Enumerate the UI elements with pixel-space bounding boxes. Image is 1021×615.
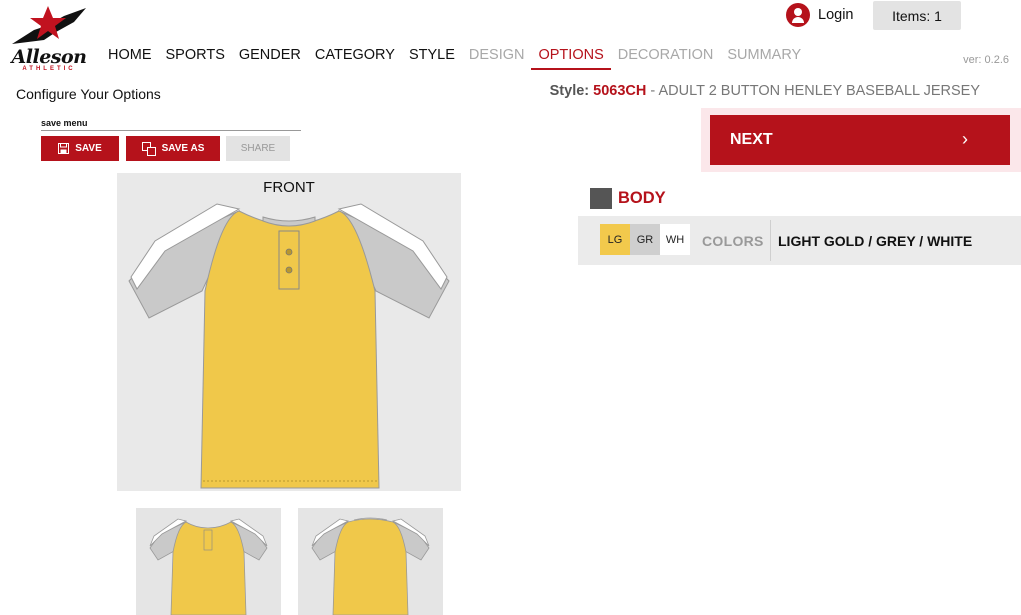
version-label: ver: 0.2.6 <box>963 54 1009 66</box>
brand-name: Alleson <box>11 46 87 68</box>
save-label: SAVE <box>75 143 102 154</box>
section-title-body: BODY <box>618 189 666 207</box>
copy-icon <box>141 141 156 156</box>
nav-options[interactable]: OPTIONS <box>531 46 612 70</box>
nav-design[interactable]: DESIGN <box>462 46 532 70</box>
save-as-button[interactable]: SAVE AS <box>126 136 220 161</box>
brand-sub: ATHLETIC <box>22 66 76 72</box>
main-nav: HOME SPORTS GENDER CATEGORY STYLE DESIGN… <box>108 46 808 72</box>
nav-decoration[interactable]: DECORATION <box>611 46 721 70</box>
alleson-logo[interactable]: Alleson ATHLETIC <box>4 4 90 72</box>
style-description: - ADULT 2 BUTTON HENLEY BASEBALL JERSEY <box>650 83 980 99</box>
colors-label: COLORS <box>702 233 764 249</box>
color-chip-lg[interactable]: LG <box>600 224 630 255</box>
color-chip-wh[interactable]: WH <box>660 224 690 255</box>
selected-colors: LIGHT GOLD / GREY / WHITE <box>778 233 973 249</box>
chevron-right-icon: › <box>962 129 968 149</box>
next-area: NEXT › <box>701 108 1021 172</box>
save-menu-divider <box>41 130 301 131</box>
style-info: Style: 5063CH - ADULT 2 BUTTON HENLEY BA… <box>550 83 980 99</box>
next-button[interactable]: NEXT › <box>710 115 1010 165</box>
color-chip-gr[interactable]: GR <box>630 224 660 255</box>
floppy-icon <box>58 143 70 154</box>
front-label: FRONT <box>263 179 315 196</box>
save-menu-title: save menu <box>41 118 88 128</box>
button-icon <box>285 248 293 256</box>
jersey-back-thumb <box>311 517 430 615</box>
login-label: Login <box>818 7 854 23</box>
button-icon <box>285 266 293 274</box>
jersey-front-image <box>128 203 450 489</box>
body-color-swatch <box>590 188 612 209</box>
nav-gender[interactable]: GENDER <box>232 46 308 70</box>
page-title: Configure Your Options <box>16 86 161 102</box>
jersey-front-thumb <box>149 518 268 615</box>
cart-items-button[interactable]: Items: 1 <box>873 1 961 30</box>
nav-summary[interactable]: SUMMARY <box>720 46 808 70</box>
nav-home[interactable]: HOME <box>108 46 159 70</box>
front-preview: FRONT <box>117 173 461 491</box>
thumbnail-back[interactable] <box>298 508 443 615</box>
style-label: Style: <box>549 83 590 99</box>
colors-divider <box>770 220 771 261</box>
colors-option-row[interactable]: LG GR WH COLORS LIGHT GOLD / GREY / WHIT… <box>578 216 1021 265</box>
save-as-label: SAVE AS <box>161 143 205 154</box>
nav-category[interactable]: CATEGORY <box>308 46 402 70</box>
next-label: NEXT <box>730 131 773 148</box>
save-button[interactable]: SAVE <box>41 136 119 161</box>
thumbnail-front[interactable] <box>136 508 281 615</box>
style-code: 5063CH <box>593 83 647 99</box>
nav-style[interactable]: STYLE <box>402 46 462 70</box>
login-link[interactable]: Login <box>786 3 853 27</box>
user-icon <box>786 3 810 27</box>
nav-sports[interactable]: SPORTS <box>159 46 232 70</box>
share-button[interactable]: SHARE <box>226 136 290 161</box>
